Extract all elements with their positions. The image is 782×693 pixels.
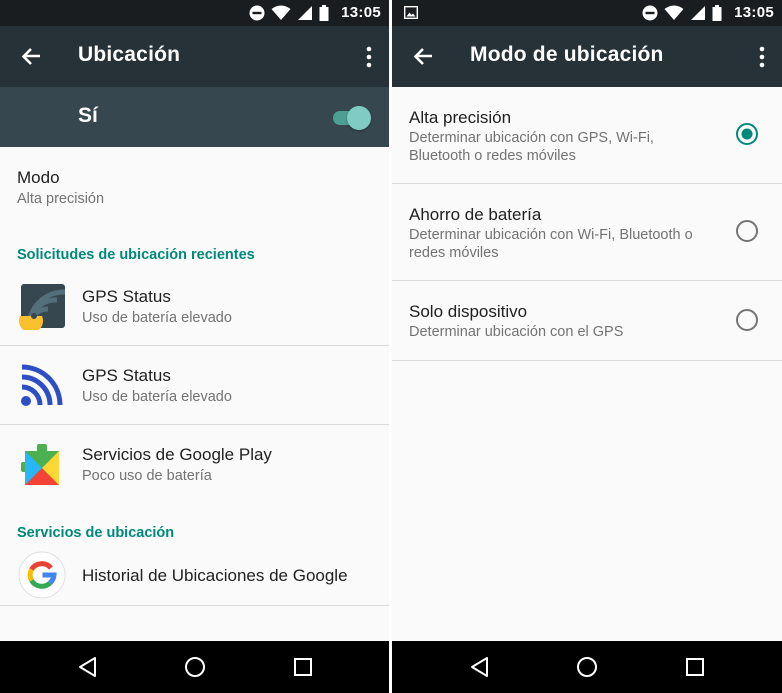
list-item[interactable]: Servicios de Google Play Poco uso de bat… bbox=[0, 425, 389, 505]
option-desc: Determinar ubicación con GPS, Wi-Fi, bbox=[409, 130, 654, 146]
toggle-thumb bbox=[347, 106, 371, 130]
divider bbox=[392, 360, 782, 361]
switch-label: Sí bbox=[78, 104, 98, 127]
list-item[interactable]: GPS Status Uso de batería elevado bbox=[0, 346, 389, 425]
app-subtitle: Poco uso de batería bbox=[82, 468, 212, 484]
nav-recents-icon[interactable] bbox=[291, 655, 315, 679]
wifi-icon bbox=[664, 5, 684, 20]
location-master-switch-bar[interactable]: Sí bbox=[0, 87, 389, 147]
option-title: Solo dispositivo bbox=[409, 302, 528, 321]
back-arrow-icon[interactable] bbox=[410, 44, 436, 70]
list-item[interactable]: Historial de Ubicaciones de Google bbox=[0, 548, 389, 605]
overflow-menu-icon[interactable] bbox=[758, 44, 766, 70]
nav-home-icon[interactable] bbox=[183, 655, 207, 679]
radio-unselected-icon[interactable] bbox=[735, 308, 759, 332]
nav-bar bbox=[392, 641, 782, 693]
divider bbox=[0, 605, 389, 606]
battery-icon bbox=[712, 5, 722, 21]
recent-requests-header: Solicitudes de ubicación recientes bbox=[17, 247, 255, 263]
status-icons bbox=[642, 5, 722, 21]
nav-recents-icon[interactable] bbox=[683, 655, 707, 679]
app-bar: Ubicación bbox=[0, 26, 389, 87]
status-bar: 13:05 bbox=[0, 0, 389, 26]
nav-bar bbox=[0, 641, 389, 693]
app-subtitle: Uso de batería elevado bbox=[82, 310, 232, 326]
mode-option-device-only[interactable]: Solo dispositivo Determinar ubicación co… bbox=[392, 281, 782, 360]
app-bar: Modo de ubicación bbox=[392, 26, 782, 87]
option-desc: Bluetooth o redes móviles bbox=[409, 148, 576, 164]
do-not-disturb-icon bbox=[642, 5, 658, 21]
image-notification-icon bbox=[404, 6, 418, 19]
nav-back-icon[interactable] bbox=[468, 655, 492, 679]
location-mode-screen: 13:05 Modo de ubicación Alta precisión D… bbox=[392, 0, 782, 693]
location-settings-screen: 13:05 Ubicación Sí Modo Alta precisión S… bbox=[0, 0, 389, 693]
option-title: Ahorro de batería bbox=[409, 205, 542, 224]
app-title: GPS Status bbox=[82, 366, 171, 385]
nav-back-icon[interactable] bbox=[76, 655, 100, 679]
status-icons bbox=[249, 5, 329, 21]
status-time: 13:05 bbox=[734, 4, 774, 21]
app-title: Servicios de Google Play bbox=[82, 445, 272, 464]
option-title: Alta precisión bbox=[409, 108, 512, 127]
radio-selected-icon[interactable] bbox=[735, 122, 759, 146]
status-bar: 13:05 bbox=[392, 0, 782, 26]
back-arrow-icon[interactable] bbox=[18, 44, 44, 70]
mode-title: Modo bbox=[17, 168, 60, 187]
cell-signal-icon bbox=[298, 6, 312, 20]
nav-home-icon[interactable] bbox=[575, 655, 599, 679]
page-title: Ubicación bbox=[78, 43, 181, 66]
option-desc: Determinar ubicación con el GPS bbox=[409, 324, 624, 340]
gps-status-signal-icon bbox=[21, 364, 63, 406]
battery-icon bbox=[319, 5, 329, 21]
status-time: 13:05 bbox=[341, 4, 381, 21]
option-desc: redes móviles bbox=[409, 245, 499, 261]
overflow-menu-icon[interactable] bbox=[365, 44, 373, 70]
radio-unselected-icon[interactable] bbox=[735, 219, 759, 243]
google-g-icon bbox=[18, 551, 66, 599]
service-title: Historial de Ubicaciones de Google bbox=[82, 566, 348, 585]
app-title: GPS Status bbox=[82, 287, 171, 306]
location-toggle[interactable] bbox=[333, 106, 371, 130]
mode-row[interactable]: Modo Alta precisión bbox=[0, 147, 389, 227]
google-play-services-icon bbox=[21, 444, 59, 485]
wifi-icon bbox=[271, 5, 291, 20]
cell-signal-icon bbox=[691, 6, 705, 20]
gps-status-radar-icon bbox=[19, 284, 66, 330]
do-not-disturb-icon bbox=[249, 5, 265, 21]
option-desc: Determinar ubicación con Wi-Fi, Bluetoot… bbox=[409, 227, 693, 243]
app-subtitle: Uso de batería elevado bbox=[82, 389, 232, 405]
mode-option-high-accuracy[interactable]: Alta precisión Determinar ubicación con … bbox=[392, 87, 782, 183]
mode-option-battery-saving[interactable]: Ahorro de batería Determinar ubicación c… bbox=[392, 184, 782, 280]
page-title: Modo de ubicación bbox=[470, 43, 664, 66]
location-services-header: Servicios de ubicación bbox=[17, 525, 175, 541]
list-item[interactable]: GPS Status Uso de batería elevado bbox=[0, 267, 389, 346]
mode-value: Alta precisión bbox=[17, 191, 105, 207]
